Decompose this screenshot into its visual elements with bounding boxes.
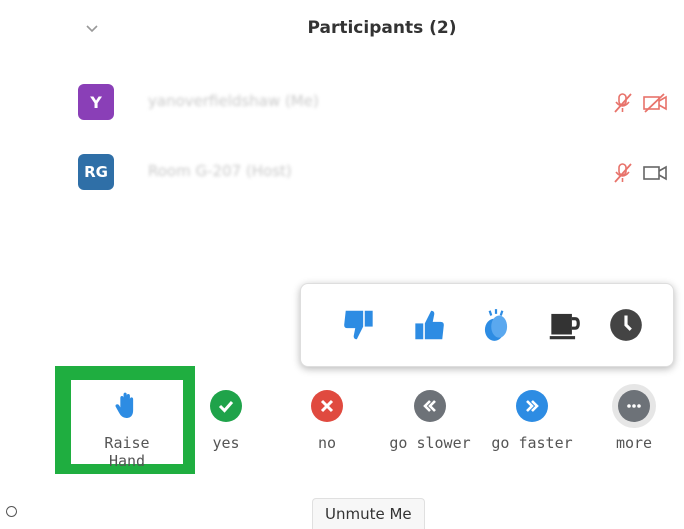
reactions-popup bbox=[300, 283, 674, 367]
x-icon bbox=[311, 390, 343, 422]
fast-forward-icon bbox=[516, 390, 548, 422]
go-slower-label: go slower bbox=[389, 434, 471, 452]
go-faster-label: go faster bbox=[491, 434, 573, 452]
hand-icon bbox=[115, 392, 134, 418]
no-label: no bbox=[317, 434, 337, 452]
raise-hand-label: Raise Hand bbox=[104, 434, 150, 470]
panel-title: Participants (2) bbox=[307, 18, 457, 38]
go-faster-button[interactable]: go faster bbox=[482, 390, 582, 452]
video-off-icon[interactable] bbox=[642, 92, 668, 114]
video-icon[interactable] bbox=[642, 162, 668, 184]
avatar: RG bbox=[78, 154, 114, 190]
no-button[interactable]: no bbox=[287, 390, 367, 452]
yes-label: yes bbox=[212, 434, 240, 452]
yes-button[interactable]: yes bbox=[186, 390, 266, 452]
more-icon bbox=[618, 390, 650, 422]
thumbs-up-icon[interactable] bbox=[409, 306, 447, 344]
thumbs-down-icon[interactable] bbox=[341, 306, 379, 344]
participant-name: yanoverfieldshaw (Me) bbox=[148, 92, 319, 110]
unmute-button[interactable]: Unmute Me bbox=[312, 498, 425, 529]
participant-name: Room G-207 (Host) bbox=[148, 162, 292, 180]
check-icon bbox=[210, 390, 242, 422]
more-label: more bbox=[615, 434, 653, 452]
clap-icon[interactable] bbox=[477, 306, 515, 344]
radio-bullet bbox=[6, 506, 17, 517]
participant-row[interactable]: Y yanoverfieldshaw (Me) bbox=[78, 82, 668, 122]
more-button[interactable]: more bbox=[594, 390, 674, 452]
avatar: Y bbox=[78, 84, 114, 120]
mic-muted-icon[interactable] bbox=[610, 92, 636, 114]
go-slower-button[interactable]: go slower bbox=[380, 390, 480, 452]
coffee-icon[interactable] bbox=[545, 306, 583, 344]
raise-hand-button[interactable]: Raise Hand bbox=[84, 390, 170, 470]
mic-muted-icon[interactable] bbox=[610, 162, 636, 184]
clock-icon[interactable] bbox=[607, 306, 645, 344]
participant-row[interactable]: RG Room G-207 (Host) bbox=[78, 152, 668, 192]
rewind-icon bbox=[414, 390, 446, 422]
